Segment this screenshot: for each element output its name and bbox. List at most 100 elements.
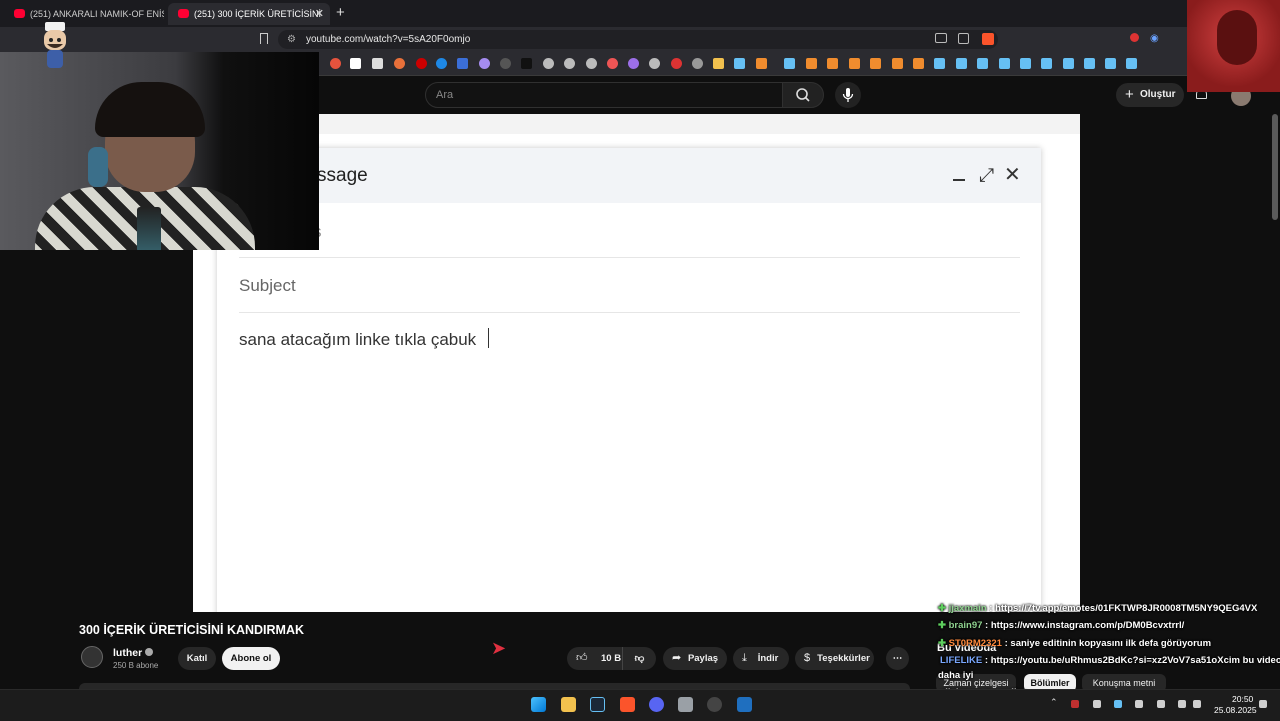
steam-icon[interactable] [734,58,745,69]
search-input[interactable]: Ara [425,82,783,108]
notification-center-icon[interactable] [1259,700,1267,708]
steam-icon[interactable] [999,58,1010,69]
bookmark-favicon-icon[interactable] [436,58,447,69]
bookmark-favicon-icon[interactable] [913,58,924,69]
microphone-tray-icon[interactable] [1157,700,1165,708]
voice-search-button[interactable] [835,82,861,108]
subscribe-button[interactable]: Abone ol [222,647,280,670]
steam-icon[interactable] [1063,58,1074,69]
bookmark-favicon-icon[interactable] [827,58,838,69]
thanks-button[interactable]: $ Teşekkürler [795,647,874,670]
browser-tab-active[interactable]: (251) 300 İÇERİK ÜRETİCİSİNİ ✕ [168,3,330,25]
bookmark-favicon-icon[interactable] [479,58,490,69]
create-label: Oluştur [1140,89,1176,100]
video-frame-band [193,114,1080,134]
audio-icon[interactable]: ◉ [1150,33,1162,45]
network-icon[interactable] [1178,700,1186,708]
message-body: sana atacağım linke tıkla çabuk [239,330,477,349]
channel-avatar[interactable] [81,646,103,668]
steam-icon[interactable] [1084,58,1095,69]
brave-shield-icon[interactable] [982,33,994,45]
bookmark-favicon-icon[interactable] [756,58,767,69]
browser-tab[interactable]: (251) ANKARALI NAMIK-OF ENİŞTE [4,3,164,25]
video-title: 300 İÇERİK ÜRETİCİSİNİ KANDIRMAK [79,623,305,637]
bookmark-favicon-icon[interactable] [607,58,618,69]
chat-text: saniye editinin kopyasını ilk defa görüy… [1010,638,1212,649]
obs-icon[interactable] [707,697,722,712]
tray-chevron-icon[interactable]: ⌃ [1050,697,1058,707]
share-button[interactable]: ➦ Paylaş [663,647,727,670]
bookmark-favicon-icon[interactable] [457,58,468,69]
folder-icon[interactable] [713,58,724,69]
url-text: youtube.com/watch?v=5sA20F0omjo [306,34,471,45]
tray-app-icon[interactable] [1071,700,1079,708]
download-button[interactable]: ⤓ İndir [733,647,789,670]
volume-icon[interactable] [1135,700,1143,708]
bookmark-favicon-icon[interactable] [586,58,597,69]
compose-title: ssage [317,165,368,186]
video-player[interactable]: ssage ⤢ ✕ s Subject sana atacağım linke … [193,114,1080,612]
bookmark-favicon-icon[interactable] [806,58,817,69]
bookmark-favicon-icon[interactable] [671,58,682,69]
app-icon[interactable] [678,697,693,712]
steam-icon[interactable] [1105,58,1116,69]
share-icon[interactable] [958,33,969,44]
bookmark-favicon-icon[interactable] [649,58,660,69]
like-button[interactable]: 👍︎ 10 B [567,647,622,670]
create-button[interactable]: + Oluştur [1116,83,1184,107]
steam-icon[interactable] [1126,58,1137,69]
bookmark-favicon-icon[interactable] [849,58,860,69]
bookmark-favicon-icon[interactable] [330,58,341,69]
bookmark-favicon-icon[interactable] [521,58,532,69]
bookmark-favicon-icon[interactable] [892,58,903,69]
join-button[interactable]: Katıl [178,647,216,670]
steam-icon[interactable] [784,58,795,69]
chat-badge-icon: ✚ [938,603,946,614]
site-info-icon[interactable]: ⚙ [287,30,296,49]
bookmark-favicon-icon[interactable] [692,58,703,69]
speaker-icon[interactable] [1193,700,1201,708]
clock-time[interactable]: 20:50 [1232,694,1253,704]
bookmark-favicon-icon[interactable] [870,58,881,69]
steam-icon[interactable] [934,58,945,69]
dislike-button[interactable]: 👎︎ [622,647,656,670]
headset [88,147,108,187]
clock-date[interactable]: 25.08.2025 [1214,705,1257,715]
chat-message-continuation: daha iyi [938,670,973,681]
more-actions-button[interactable]: ⋯ [886,647,909,670]
page-scrollbar[interactable] [1272,114,1278,220]
more-dots-icon: ⋯ [892,653,903,664]
brave-browser-icon[interactable] [620,697,635,712]
cast-icon[interactable] [935,33,947,43]
tray-steam-icon[interactable] [1114,700,1122,708]
app-icon[interactable] [737,697,752,712]
bookmark-favicon-icon[interactable] [350,58,361,69]
tray-app-icon[interactable] [1093,700,1101,708]
extension-icon[interactable] [1130,33,1139,42]
bookmark-favicon-icon[interactable] [372,58,383,69]
steam-icon[interactable] [1041,58,1052,69]
start-menu-icon[interactable] [531,697,546,712]
close-tab-icon[interactable]: ✕ [315,3,324,25]
search-button[interactable] [782,82,824,108]
channel-name[interactable]: luther [113,647,142,659]
chat-username: brain97 [948,620,983,631]
bookmark-favicon-icon[interactable] [628,58,639,69]
bookmark-favicon-icon[interactable] [500,58,511,69]
steam-icon[interactable] [590,697,605,712]
address-bar[interactable]: ⚙ youtube.com/watch?v=5sA20F0omjo [278,30,998,49]
file-explorer-icon[interactable] [561,697,576,712]
steam-icon[interactable] [956,58,967,69]
bookmark-favicon-icon[interactable] [416,58,427,69]
search-icon [796,88,810,102]
discord-icon[interactable] [649,697,664,712]
steam-icon[interactable] [1020,58,1031,69]
microphone-icon [842,88,854,102]
bookmark-favicon-icon[interactable] [543,58,554,69]
steam-icon[interactable] [977,58,988,69]
thumbs-up-icon: 👍︎ [576,652,588,664]
bookmark-favicon-icon[interactable] [394,58,405,69]
new-tab-icon[interactable]: + [336,4,345,21]
bookmark-icon[interactable] [260,33,268,44]
bookmark-favicon-icon[interactable] [564,58,575,69]
